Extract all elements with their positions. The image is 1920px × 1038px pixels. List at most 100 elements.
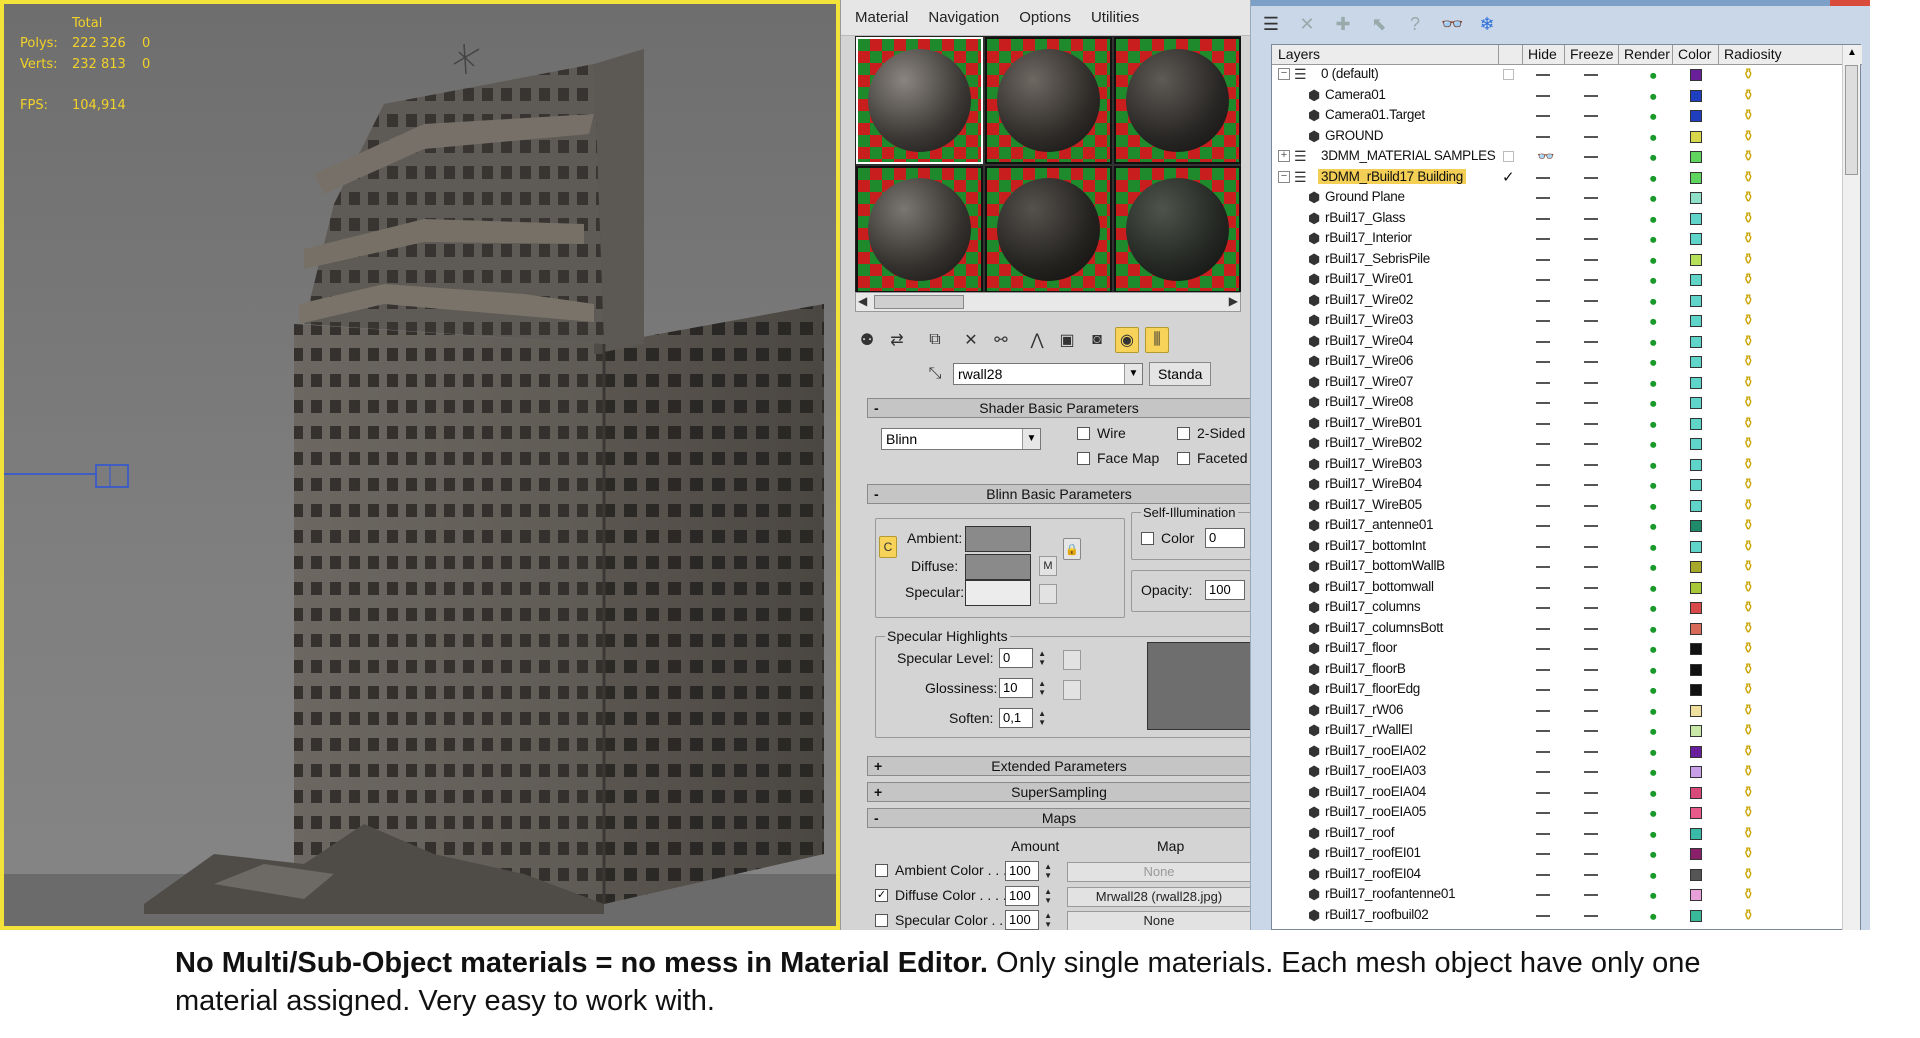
radiosity-icon[interactable]: ⚱ — [1742, 824, 1755, 842]
layer-name[interactable]: rBuil17_rooEIA05 — [1322, 804, 1429, 819]
layer-color-swatch[interactable] — [1690, 520, 1702, 532]
radiosity-icon[interactable]: ⚱ — [1742, 291, 1755, 309]
layer-name[interactable]: GROUND — [1322, 128, 1386, 143]
layer-row[interactable]: + ☰ 3DMM_MATERIAL SAMPLES 👓 ⏺ ⚱ — [1272, 147, 1842, 168]
render-teapot-icon[interactable]: ⏺ — [1650, 314, 1657, 330]
object-row[interactable]: ⬢ GROUND ⏺ ⚱ — [1272, 127, 1842, 148]
current-layer-box[interactable] — [1503, 69, 1514, 80]
radiosity-icon[interactable]: ⚱ — [1742, 742, 1755, 760]
object-row[interactable]: ⬢ rBuil17_SebrisPile ⏺ ⚱ — [1272, 250, 1842, 271]
object-row[interactable]: ⬢ rBuil17_roofantenne01 ⏺ ⚱ — [1272, 885, 1842, 906]
object-row[interactable]: ⬢ Camera01.Target ⏺ ⚱ — [1272, 106, 1842, 127]
layer-name[interactable]: rBuil17_rooEIA03 — [1322, 763, 1429, 778]
layer-color-swatch[interactable] — [1690, 909, 1702, 922]
layer-name[interactable]: rBuil17_Wire02 — [1322, 292, 1416, 307]
object-row[interactable]: ⬢ rBuil17_rooEIA03 ⏺ ⚱ — [1272, 762, 1842, 783]
freeze-toggle[interactable] — [1584, 320, 1598, 322]
wire-checkbox[interactable] — [1077, 427, 1090, 440]
object-row[interactable]: ⬢ rBuil17_rooEIA05 ⏺ ⚱ — [1272, 803, 1842, 824]
material-effects-channel-icon[interactable]: ▣ — [1055, 327, 1079, 353]
layer-color-swatch[interactable] — [1690, 786, 1702, 799]
specular-map-checkbox[interactable] — [875, 914, 888, 927]
object-row[interactable]: ⬢ rBuil17_bottomInt ⏺ ⚱ — [1272, 537, 1842, 558]
layer-color-swatch[interactable] — [1690, 766, 1702, 778]
two-sided-checkbox[interactable] — [1177, 427, 1190, 440]
material-name-dropdown[interactable]: rwall28 ▼ — [953, 363, 1143, 385]
object-row[interactable]: ⬢ rBuil17_Wire06 ⏺ ⚱ — [1272, 352, 1842, 373]
freeze-toggle[interactable] — [1584, 238, 1598, 240]
radiosity-icon[interactable]: ⚱ — [1742, 434, 1755, 452]
layer-name[interactable]: rBuil17_bottomwall — [1322, 579, 1437, 594]
render-teapot-icon[interactable]: ⏺ — [1650, 130, 1657, 146]
make-unique-icon[interactable]: ⚯ — [989, 327, 1013, 353]
layer-name[interactable]: rBuil17_rWallEl — [1322, 722, 1415, 737]
layer-name[interactable]: rBuil17_rooEIA04 — [1322, 784, 1429, 799]
layer-color-swatch[interactable] — [1690, 807, 1702, 819]
radiosity-icon[interactable]: ⚱ — [1742, 373, 1755, 391]
freeze-toggle[interactable] — [1584, 340, 1598, 343]
render-teapot-icon[interactable]: ⏺ — [1650, 89, 1657, 105]
layer-name[interactable]: rBuil17_Wire08 — [1322, 394, 1416, 409]
select-objects-icon[interactable]: ⬉ — [1369, 14, 1389, 35]
layer-color-swatch[interactable] — [1690, 581, 1702, 594]
hide-toggle[interactable] — [1536, 873, 1550, 876]
render-teapot-icon[interactable]: ⏺ — [1650, 601, 1657, 617]
hidden-glasses-icon[interactable]: 👓 — [1537, 148, 1554, 165]
radiosity-icon[interactable]: ⚱ — [1742, 106, 1755, 124]
freeze-toggle[interactable] — [1584, 361, 1598, 363]
render-teapot-icon[interactable]: ⏺ — [1650, 191, 1657, 207]
object-row[interactable]: ⬢ rBuil17_columnsBott ⏺ ⚱ — [1272, 619, 1842, 640]
layer-color-swatch[interactable] — [1690, 622, 1702, 635]
sample-slot[interactable] — [985, 166, 1112, 293]
render-teapot-icon[interactable]: ⏺ — [1650, 745, 1657, 761]
layer-color-swatch[interactable] — [1690, 89, 1702, 102]
freeze-toggle[interactable] — [1584, 607, 1598, 609]
layer-color-swatch[interactable] — [1690, 69, 1702, 81]
layer-name[interactable]: 3DMM_rBuild17 Building — [1318, 168, 1466, 184]
object-row[interactable]: ⬢ rBuil17_Wire08 ⏺ ⚱ — [1272, 393, 1842, 414]
opacity-spinner[interactable]: 100▲▼ — [1205, 580, 1245, 600]
render-teapot-icon[interactable]: ⏺ — [1650, 253, 1657, 269]
glossiness-map-button[interactable] — [1063, 680, 1081, 700]
layer-name[interactable]: 0 (default) — [1318, 66, 1381, 81]
radiosity-icon[interactable]: ⚱ — [1742, 496, 1755, 514]
radiosity-icon[interactable]: ⚱ — [1742, 229, 1755, 247]
radiosity-icon[interactable]: ⚱ — [1742, 844, 1755, 862]
sample-slot[interactable] — [856, 166, 983, 293]
object-row[interactable]: ⬢ rBuil17_roof ⏺ ⚱ — [1272, 824, 1842, 845]
hide-toggle[interactable] — [1536, 484, 1550, 486]
hide-toggle[interactable] — [1536, 279, 1550, 281]
object-row[interactable]: ⬢ rBuil17_WireB02 ⏺ ⚱ — [1272, 434, 1842, 455]
render-teapot-icon[interactable]: ⏺ — [1650, 663, 1657, 679]
menu-utilities[interactable]: Utilities — [1091, 9, 1139, 26]
radiosity-icon[interactable]: ⚱ — [1742, 475, 1755, 493]
hide-toggle[interactable] — [1536, 545, 1550, 548]
specular-map-slot[interactable]: None — [1067, 911, 1250, 930]
radiosity-icon[interactable]: ⚱ — [1742, 455, 1755, 473]
faceted-checkbox[interactable] — [1177, 452, 1190, 465]
object-row[interactable]: ⬢ rBuil17_rooEIA04 ⏺ ⚱ — [1272, 783, 1842, 804]
layer-row[interactable]: − ☰ 3DMM_rBuild17 Building ✓ ⏺ ⚱ — [1272, 168, 1842, 189]
freeze-toggle[interactable] — [1584, 873, 1598, 876]
scroll-left-icon[interactable]: ◀ — [858, 294, 867, 308]
diffuse-map-checkbox[interactable]: ✓ — [875, 889, 888, 902]
radiosity-icon[interactable]: ⚱ — [1742, 147, 1755, 165]
hide-toggle[interactable] — [1536, 668, 1550, 671]
col-layers[interactable]: Layers — [1278, 46, 1320, 62]
layer-color-swatch[interactable] — [1690, 417, 1702, 430]
freeze-toggle[interactable] — [1584, 74, 1598, 76]
show-end-result-icon[interactable]: ◉ — [1115, 327, 1139, 353]
render-teapot-icon[interactable]: ⏺ — [1650, 560, 1657, 576]
render-teapot-icon[interactable]: ⏺ — [1650, 499, 1657, 515]
render-teapot-icon[interactable]: ⏺ — [1650, 622, 1657, 638]
render-teapot-icon[interactable]: ⏺ — [1650, 478, 1657, 494]
layer-color-swatch[interactable] — [1690, 274, 1702, 286]
hide-toggle[interactable] — [1536, 504, 1550, 507]
render-teapot-icon[interactable]: ⏺ — [1650, 683, 1657, 699]
hide-toggle[interactable] — [1536, 74, 1550, 76]
render-teapot-icon[interactable]: ⏺ — [1650, 540, 1657, 556]
layer-color-swatch[interactable] — [1690, 499, 1702, 512]
layer-color-swatch[interactable] — [1690, 376, 1702, 389]
freeze-toggle[interactable] — [1584, 709, 1598, 712]
layer-name[interactable]: rBuil17_columns — [1322, 599, 1423, 614]
